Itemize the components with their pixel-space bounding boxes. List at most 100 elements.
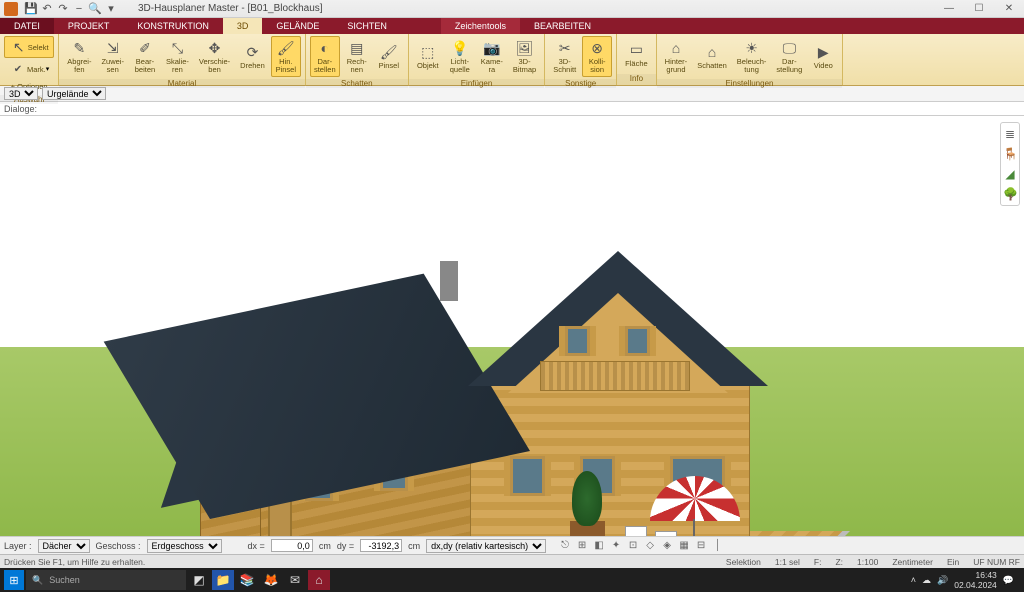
tool-icon[interactable]: ⎋ bbox=[558, 539, 572, 553]
status-selektion: Selektion bbox=[726, 557, 761, 567]
dx-input[interactable] bbox=[271, 539, 313, 552]
tray-chevron-icon[interactable]: ˄ bbox=[911, 575, 916, 585]
viewport-side-toolbar: ≣ 🪑 ◢ 🌳 bbox=[1000, 122, 1020, 206]
layer-label: Layer : bbox=[4, 541, 32, 551]
taskbar-app-icon[interactable]: 📚 bbox=[236, 570, 258, 590]
coord-mode-select[interactable]: dx,dy (relativ kartesisch) bbox=[426, 539, 546, 553]
schnitt-button[interactable]: ✂3D- Schnitt bbox=[549, 36, 580, 77]
kollision-button[interactable]: ⊗Kolli- sion bbox=[582, 36, 612, 77]
camera-icon: 📷 bbox=[483, 39, 501, 57]
qat-undo-icon[interactable]: ↶ bbox=[40, 2, 54, 16]
tool-icon[interactable]: ⊞ bbox=[575, 539, 589, 553]
qat-zoom-in-icon[interactable]: 🔍 bbox=[88, 2, 102, 16]
status-z: Z: bbox=[835, 557, 843, 567]
tool-icon[interactable]: ◈ bbox=[660, 539, 674, 553]
tab-gelaende[interactable]: GELÄNDE bbox=[262, 18, 333, 34]
status-sel: 1:1 sel bbox=[775, 557, 800, 567]
shadow2-icon: ⌂ bbox=[703, 43, 721, 61]
search-placeholder: Suchen bbox=[49, 575, 80, 585]
notifications-icon[interactable]: 💬 bbox=[1003, 575, 1014, 586]
dy-input[interactable] bbox=[360, 539, 402, 552]
pinsel-button[interactable]: 🖌Pinsel bbox=[374, 40, 404, 73]
qat-redo-icon[interactable]: ↷ bbox=[56, 2, 70, 16]
tool-icon[interactable]: ✦ bbox=[609, 539, 623, 553]
start-button[interactable]: ⊞ bbox=[4, 570, 24, 590]
3d-viewport[interactable]: ≣ 🪑 ◢ 🌳 bbox=[0, 116, 1024, 536]
bitmap-button[interactable]: 🖼3D- Bitmap bbox=[509, 36, 540, 77]
tab-3d[interactable]: 3D bbox=[223, 18, 263, 34]
tab-context-label: Zeichentools bbox=[441, 18, 520, 34]
tool-icon[interactable]: ⊡ bbox=[626, 539, 640, 553]
schatten-set-button[interactable]: ⌂Schatten bbox=[693, 40, 731, 73]
geschoss-select[interactable]: Erdgeschoss bbox=[147, 539, 222, 553]
view-selector-bar: 3D Urgelände bbox=[0, 86, 1024, 102]
group-label: Info bbox=[617, 74, 656, 85]
taskbar-app-icon[interactable]: ⌂ bbox=[308, 570, 330, 590]
minimize-button[interactable]: — bbox=[934, 0, 964, 18]
ribbon-tabs: DATEI PROJEKT KONSTRUKTION 3D GELÄNDE SI… bbox=[0, 18, 1024, 34]
layer-context-select[interactable]: Urgelände bbox=[42, 87, 106, 100]
task-view-icon[interactable]: ◩ bbox=[188, 570, 210, 590]
qat-save-icon[interactable]: 💾 bbox=[24, 2, 38, 16]
tab-file[interactable]: DATEI bbox=[0, 18, 54, 34]
windows-taskbar: ⊞ 🔍 Suchen ◩ 📁 📚 🦊 ✉ ⌂ ˄ ☁ 🔊 16:43 02.04… bbox=[0, 568, 1024, 592]
taskbar-app-icon[interactable]: 🦊 bbox=[260, 570, 282, 590]
qat-zoom-out-icon[interactable]: − bbox=[72, 2, 86, 16]
dx-label: dx = bbox=[248, 541, 265, 551]
zuweisen-button[interactable]: ⇲Zuwei- sen bbox=[97, 36, 128, 77]
view-select[interactable]: 3D bbox=[4, 87, 38, 100]
selekt-button[interactable]: ↖Selekt bbox=[4, 36, 54, 58]
lichtquelle-button[interactable]: 💡Licht- quelle bbox=[445, 36, 475, 77]
bearbeiten-button[interactable]: ✐Bear- beiten bbox=[130, 36, 160, 77]
house-model bbox=[180, 231, 740, 536]
verschieben-button[interactable]: ✥Verschie- ben bbox=[195, 36, 234, 77]
close-button[interactable]: ✕ bbox=[994, 0, 1024, 18]
tool-icon[interactable]: ◧ bbox=[592, 539, 606, 553]
dialoge-bar: Dialoge: bbox=[0, 102, 1024, 116]
abgreifen-button[interactable]: ✎Abgrei- fen bbox=[63, 36, 95, 77]
tool-icon[interactable]: ◇ bbox=[643, 539, 657, 553]
video-button[interactable]: ▶Video bbox=[808, 40, 838, 73]
taskbar-clock[interactable]: 16:43 02.04.2024 bbox=[954, 570, 997, 590]
kamera-button[interactable]: 📷Kame- ra bbox=[477, 36, 507, 77]
tree-icon[interactable]: 🌳 bbox=[1003, 187, 1017, 201]
hintergrund-button[interactable]: ⌂Hinter- grund bbox=[661, 36, 692, 77]
display-icon: 🖵 bbox=[780, 39, 798, 57]
tab-projekt[interactable]: PROJEKT bbox=[54, 18, 124, 34]
taskbar-search[interactable]: 🔍 Suchen bbox=[26, 570, 186, 590]
brush2-icon: 🖌 bbox=[380, 43, 398, 61]
status-scale: 1:100 bbox=[857, 557, 878, 567]
darstellung-button[interactable]: 🖵Dar- stellung bbox=[772, 36, 806, 77]
ribbon-group-material: ✎Abgrei- fen ⇲Zuwei- sen ✐Bear- beiten ⤡… bbox=[59, 34, 306, 85]
rechnen-button[interactable]: ▤Rech- nen bbox=[342, 36, 372, 77]
mark-button[interactable]: ✔Mark.▾ bbox=[4, 58, 54, 80]
furniture-icon[interactable]: 🪑 bbox=[1003, 147, 1017, 161]
tab-konstruktion[interactable]: KONSTRUKTION bbox=[123, 18, 223, 34]
objekt-button[interactable]: ⬚Objekt bbox=[413, 40, 443, 73]
flaeche-button[interactable]: ▭Fläche bbox=[621, 38, 652, 71]
qat-dropdown-icon[interactable]: ▾ bbox=[104, 2, 118, 16]
layers-icon[interactable]: ≣ bbox=[1003, 127, 1017, 141]
drehen-button[interactable]: ⟳Drehen bbox=[236, 40, 269, 73]
hin-pinsel-button[interactable]: 🖌Hin. Pinsel bbox=[271, 36, 301, 77]
terrain-icon[interactable]: ◢ bbox=[1003, 167, 1017, 181]
skalieren-button[interactable]: ⤡Skalie- ren bbox=[162, 36, 193, 77]
group-label: Sonstige bbox=[545, 79, 616, 88]
taskbar-app-icon[interactable]: ✉ bbox=[284, 570, 306, 590]
layer-select[interactable]: Dächer bbox=[38, 539, 90, 553]
maximize-button[interactable]: ☐ bbox=[964, 0, 994, 18]
darstellen-button[interactable]: ◐Dar- stellen bbox=[310, 36, 340, 77]
tray-volume-icon[interactable]: 🔊 bbox=[937, 575, 948, 586]
tray-cloud-icon[interactable]: ☁ bbox=[922, 575, 931, 586]
search-icon: 🔍 bbox=[32, 575, 43, 586]
tool-icon[interactable]: │ bbox=[711, 539, 725, 553]
beleuchtung-button[interactable]: ☀Beleuch- tung bbox=[733, 36, 771, 77]
tab-sichten[interactable]: SICHTEN bbox=[333, 18, 401, 34]
calc-icon: ▤ bbox=[348, 39, 366, 57]
taskbar-app-icon[interactable]: 📁 bbox=[212, 570, 234, 590]
tool-icon[interactable]: ⊟ bbox=[694, 539, 708, 553]
tool-icon[interactable]: ▦ bbox=[677, 539, 691, 553]
mark-icon: ✔ bbox=[9, 60, 27, 78]
tab-bearbeiten[interactable]: BEARBEITEN bbox=[520, 18, 605, 34]
system-tray: ˄ ☁ 🔊 16:43 02.04.2024 💬 bbox=[911, 570, 1020, 590]
